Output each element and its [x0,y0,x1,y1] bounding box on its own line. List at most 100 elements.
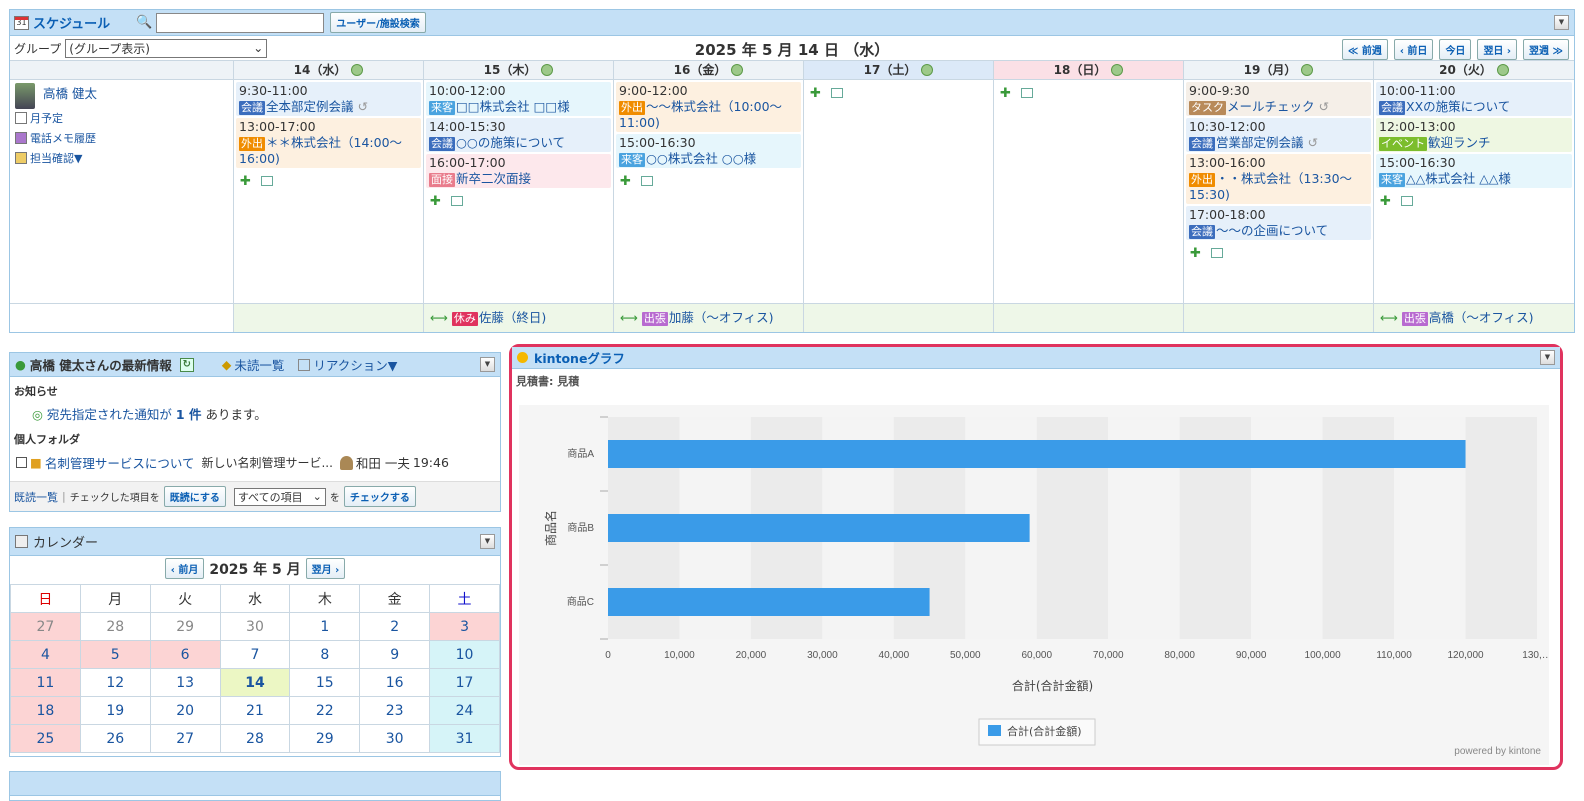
bar[interactable] [608,588,930,616]
day-cell[interactable]: 10 [429,640,500,669]
day-cell[interactable]: 29 [149,612,221,641]
day-cell[interactable]: 31 [429,724,500,753]
add-schedule-icon[interactable] [830,88,843,98]
notice-link[interactable]: 宛先指定された通知が 1 件 [47,407,202,422]
item-checkbox[interactable] [16,457,27,468]
user-name[interactable]: 高橋 健太 [43,83,97,109]
event-item[interactable]: 10:00-12:00 来客 □□株式会社 □□様 [426,82,611,116]
add-person-icon[interactable] [731,64,744,76]
kintone-menu-dropdown-icon[interactable]: ▼ [1540,350,1555,365]
event-item[interactable]: 9:00-12:00 外出 〜〜株式会社（10:00〜11:00) [616,82,801,132]
day-cell[interactable]: 18 [10,696,81,725]
day-cell[interactable]: 9 [359,640,431,669]
check-button[interactable]: チェックする [343,486,416,507]
next-week-button[interactable]: 翌週 ≫ [1523,39,1569,60]
day-cell[interactable]: 21 [219,696,291,725]
add-event-icon[interactable]: ✚ [1380,194,1391,209]
item-user[interactable]: 和田 一夫 [356,453,410,472]
event-item[interactable]: 9:30-11:00 会議 全本部定例会議 ↺ [236,82,421,116]
unread-list-link[interactable]: 未読一覧 [234,355,284,374]
search-input[interactable] [156,12,325,33]
add-schedule-icon[interactable] [1400,196,1413,206]
day-cell[interactable]: 25 [10,724,81,753]
add-person-icon[interactable] [1301,64,1314,76]
phone-memo-link[interactable]: 電話メモ履歴 [15,130,233,146]
add-person-icon[interactable] [1496,64,1509,76]
banner-text[interactable]: 加藤（〜オフィス) [669,310,774,325]
refresh-icon[interactable]: ↻ [179,357,194,372]
day-cell[interactable]: 26 [79,724,151,753]
add-schedule-icon[interactable] [450,196,463,206]
add-person-icon[interactable] [541,64,554,76]
day-cell[interactable]: 5 [79,640,151,669]
assign-check-link[interactable]: 担当確認▼ [15,150,233,166]
item-title-link[interactable]: 名刺管理サービスについて [45,453,195,472]
day-cell[interactable]: 13 [149,668,221,697]
event-item[interactable]: 15:00-16:30 来客 △△株式会社 △△様 [1376,154,1572,188]
add-event-icon[interactable]: ✚ [1190,246,1201,261]
event-item[interactable]: 9:00-9:30 タスク メールチェック ↺ [1186,82,1371,116]
prev-day-button[interactable]: ‹ 前日 [1393,39,1434,60]
add-event-icon[interactable]: ✚ [430,194,441,209]
day-cell[interactable]: 28 [79,612,151,641]
day-cell[interactable]: 30 [359,724,431,753]
day-cell[interactable]: 2 [359,612,431,641]
day-cell[interactable]: 7 [219,640,291,669]
day-cell[interactable]: 27 [149,724,221,753]
day-cell[interactable]: 6 [149,640,221,669]
bar[interactable] [608,514,1030,542]
day-cell[interactable]: 30 [219,612,291,641]
add-event-icon[interactable]: ✚ [620,174,631,189]
add-person-icon[interactable] [921,64,934,76]
day-cell[interactable]: 1 [289,612,361,641]
day-header[interactable]: 16（金） [614,60,803,80]
day-header[interactable]: 17（土） [804,60,993,80]
all-items-select[interactable]: すべての項目 ⌄ [233,487,326,506]
event-item[interactable]: 14:00-15:30 会議 ○○の施策について [426,118,611,152]
day-cell[interactable]: 22 [289,696,361,725]
add-schedule-icon[interactable] [1210,248,1223,258]
group-select[interactable]: (グループ表示) ⌄ [65,38,268,58]
banner-text[interactable]: 佐藤（終日) [479,310,546,325]
day-header[interactable]: 19（月） [1184,60,1373,80]
day-cell[interactable]: 4 [10,640,81,669]
add-person-icon[interactable] [351,64,364,76]
day-cell[interactable]: 11 [10,668,81,697]
day-cell[interactable]: 3 [429,612,500,641]
event-item[interactable]: 10:00-11:00 会議 XXの施策について [1376,82,1572,116]
add-person-icon[interactable] [1111,64,1124,76]
day-cell[interactable]: 23 [359,696,431,725]
event-item[interactable]: 13:00-17:00 外出 ＊＊株式会社（14:00〜16:00) [236,118,421,168]
day-header[interactable]: 20（火） [1374,60,1574,80]
add-schedule-icon[interactable] [640,176,653,186]
user-facility-search-button[interactable]: ユーザー/施設検索 [330,12,426,33]
day-cell[interactable]: 24 [429,696,500,725]
event-item[interactable]: 16:00-17:00 面接 新卒二次面接 [426,154,611,188]
calendar-menu-dropdown-icon[interactable]: ▼ [480,534,495,549]
event-item[interactable]: 15:00-16:30 来客 ○○株式会社 ○○様 [616,134,801,168]
next-month-button[interactable]: 翌月 › [305,558,346,579]
kintone-title[interactable]: kintoneグラフ [534,348,625,367]
add-schedule-icon[interactable] [260,176,273,186]
add-event-icon[interactable]: ✚ [240,174,251,189]
day-header[interactable]: 15（木） [424,60,613,80]
add-event-icon[interactable]: ✚ [810,86,821,101]
info-menu-dropdown-icon[interactable]: ▼ [480,357,495,372]
event-item[interactable]: 12:00-13:00 イベント 歓迎ランチ [1376,118,1572,152]
day-cell[interactable]: 27 [10,612,81,641]
add-event-icon[interactable]: ✚ [1000,86,1011,101]
banner-text[interactable]: 高橋（〜オフィス) [1429,310,1534,325]
today-button[interactable]: 今日 [1439,39,1472,60]
read-list-link[interactable]: 既読一覧 [14,489,58,505]
event-item[interactable]: 17:00-18:00 会議 〜〜の企画について [1186,206,1371,240]
next-day-button[interactable]: 翌日 › [1477,39,1518,60]
day-cell[interactable]: 8 [289,640,361,669]
schedule-title[interactable]: スケジュール [33,13,110,32]
prev-month-button[interactable]: ‹ 前月 [164,558,205,579]
day-cell[interactable]: 15 [289,668,361,697]
day-cell[interactable]: 14 [219,668,291,697]
mark-read-button[interactable]: 既読にする [163,486,226,507]
day-cell[interactable]: 29 [289,724,361,753]
event-item[interactable]: 10:30-12:00 会議 営業部定例会議 ↺ [1186,118,1371,152]
event-item[interactable]: 13:00-16:00 外出 ・・株式会社（13:30〜15:30) [1186,154,1371,204]
